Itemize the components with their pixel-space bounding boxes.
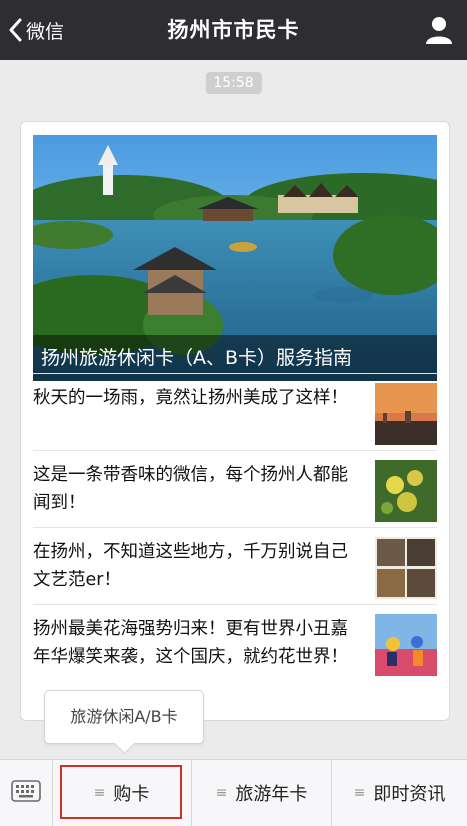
top-navbar: 微信 扬州市市民卡: [0, 0, 467, 60]
keyboard-toggle-button[interactable]: [0, 760, 53, 826]
menu-label: 购卡: [113, 784, 150, 805]
submenu-popup: 旅游休闲A/B卡: [44, 690, 204, 755]
article-thumbnail: [375, 614, 437, 676]
page-title: 扬州市市民卡: [167, 18, 300, 42]
message-timestamp: 15:58: [205, 72, 262, 94]
article-title: 扬州最美花海强势归来！更有世界小丑嘉年华爆笑来袭，这个国庆，就约花世界！: [33, 619, 348, 667]
article-item-1[interactable]: 秋天的一场雨，竟然让扬州美成了这样！: [33, 373, 437, 450]
article-thumbnail: [375, 537, 437, 599]
article-title: 这是一条带香味的微信，每个扬州人都能闻到！: [33, 465, 348, 513]
menu-lines-icon: ≡: [215, 785, 228, 801]
article-thumbnail: [375, 460, 437, 522]
article-thumbnail: [375, 383, 437, 445]
article-card: 扬州旅游休闲卡（A、B卡）服务指南 秋天的一场雨，竟然让扬州美成了这样！ 这是一…: [20, 121, 450, 721]
menu-buy-card[interactable]: ≡ 购卡: [52, 760, 192, 826]
menu-label: 即时资讯: [373, 784, 446, 805]
profile-button[interactable]: [423, 14, 455, 46]
menu-annual-tourism-card[interactable]: ≡ 旅游年卡: [192, 760, 332, 826]
person-icon: [423, 17, 455, 50]
keyboard-icon: [11, 780, 41, 806]
bottom-menu-bar: ≡ 购卡 ≡ 旅游年卡 ≡ 即时资讯: [0, 759, 467, 826]
article-item-3[interactable]: 在扬州，不知道这些地方，千万别说自己文艺范er！: [33, 527, 437, 604]
article-title: 秋天的一场雨，竟然让扬州美成了这样！: [33, 388, 348, 408]
article-title: 在扬州，不知道这些地方，千万别说自己文艺范er！: [33, 542, 348, 590]
menu-instant-news[interactable]: ≡ 即时资讯: [332, 760, 467, 826]
menu-lines-icon: ≡: [353, 785, 366, 801]
cover-article[interactable]: 扬州旅游休闲卡（A、B卡）服务指南: [33, 135, 437, 381]
article-item-2[interactable]: 这是一条带香味的微信，每个扬州人都能闻到！: [33, 450, 437, 527]
menu-lines-icon: ≡: [93, 785, 106, 801]
menu-label: 旅游年卡: [235, 784, 308, 805]
